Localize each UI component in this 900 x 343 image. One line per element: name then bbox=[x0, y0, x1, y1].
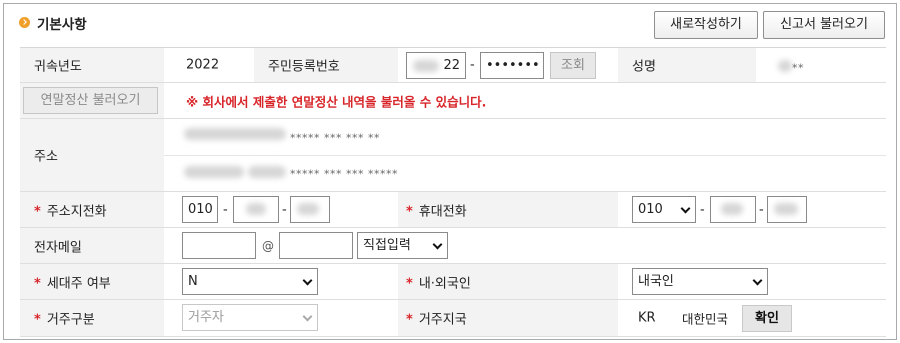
row-address: 주소 ***** *** *** ** ***** *** *** ***** bbox=[20, 119, 886, 192]
nationality-select[interactable]: 내국인 bbox=[632, 268, 768, 295]
blurred-value bbox=[184, 128, 286, 140]
blurred-value bbox=[184, 166, 244, 178]
phone-sep: - bbox=[700, 202, 705, 217]
home-phone-prefix-input[interactable]: 010 bbox=[182, 196, 218, 223]
blurred-value bbox=[248, 166, 286, 178]
home-phone-label: * 주소지전화 bbox=[34, 204, 107, 219]
required-mark: * bbox=[406, 204, 413, 219]
rrn-back-input[interactable]: ••••••• bbox=[480, 52, 544, 79]
lookup-button[interactable]: 조회 bbox=[550, 52, 596, 79]
load-report-button[interactable]: 신고서 불러오기 bbox=[763, 11, 885, 39]
nationality-label: * 내·외국인 bbox=[406, 276, 471, 291]
residence-type-select[interactable]: 거주자 bbox=[182, 304, 318, 331]
phone-sep: - bbox=[759, 202, 764, 217]
mobile-prefix-select[interactable]: 010 bbox=[632, 196, 696, 223]
row-year-rrn: 귀속년도 2022 주민등록번호 22 - ••••••• 조회 성명 ** bbox=[20, 48, 886, 83]
mobile-label-cell: * 휴대전화 bbox=[398, 192, 618, 227]
blurred-value bbox=[413, 60, 439, 72]
residence-label: * 거주구분 bbox=[34, 312, 95, 328]
row-phones: * 주소지전화 010 - - * 휴대전화 010 - - bbox=[20, 192, 886, 228]
name-label: 성명 bbox=[632, 59, 656, 75]
row-household: * 세대주 여부 N * 내·외국인 내국인 bbox=[20, 264, 886, 300]
rrn-front-suffix: 22 bbox=[443, 58, 460, 73]
nationality-label-cell: * 내·외국인 bbox=[398, 264, 618, 299]
chevron-down-icon bbox=[302, 275, 313, 286]
required-mark: * bbox=[406, 276, 413, 291]
chevron-down-icon bbox=[752, 275, 763, 286]
required-mark: * bbox=[34, 204, 41, 219]
household-label: * 세대주 여부 bbox=[34, 276, 111, 291]
chevron-circle-icon bbox=[19, 17, 30, 28]
rrn-dash: - bbox=[470, 57, 475, 73]
chevron-down-icon bbox=[432, 239, 443, 250]
home-phone-label-cell: * 주소지전화 bbox=[20, 192, 164, 227]
rrn-label: 주민등록번호 bbox=[268, 59, 340, 75]
new-report-button[interactable]: 새로작성하기 bbox=[654, 11, 758, 39]
confirm-button[interactable]: 확인 bbox=[742, 305, 792, 332]
required-mark: * bbox=[34, 312, 41, 328]
chevron-down-icon bbox=[302, 311, 313, 322]
blurred-value bbox=[246, 203, 266, 215]
mobile-last-input[interactable] bbox=[767, 196, 807, 223]
email-label: 전자메일 bbox=[34, 240, 82, 255]
row-residence: * 거주구분 거주자 * 거주지국 KR 대한민국 확인 bbox=[20, 300, 886, 337]
home-phone-last-input[interactable] bbox=[290, 196, 330, 223]
mobile-label: * 휴대전화 bbox=[406, 204, 467, 219]
required-mark: * bbox=[34, 276, 41, 291]
year-value: 2022 bbox=[186, 57, 220, 73]
mobile-mid-input[interactable] bbox=[710, 196, 756, 223]
name-label-cell: 성명 bbox=[618, 48, 756, 82]
year-label-cell: 귀속년도 bbox=[20, 48, 164, 82]
rrn-label-cell: 주민등록번호 bbox=[254, 48, 398, 82]
household-head-select[interactable]: N bbox=[182, 268, 318, 295]
name-value: ** bbox=[792, 61, 804, 75]
panel-header: 기본사항 새로작성하기 신고서 불러오기 bbox=[4, 4, 896, 48]
address-label: 주소 bbox=[34, 149, 58, 165]
residence-label-cell: * 거주구분 bbox=[20, 300, 164, 336]
load-settlement-button[interactable]: 연말정산 불러오기 bbox=[23, 87, 158, 114]
address-divider bbox=[164, 155, 886, 156]
phone-sep: - bbox=[223, 202, 228, 217]
settlement-notice: ※ 회사에서 제출한 연말정산 내역을 불러올 수 있습니다. bbox=[186, 94, 487, 109]
country-label-cell: * 거주지국 bbox=[398, 300, 618, 336]
basic-info-panel: 기본사항 새로작성하기 신고서 불러오기 귀속년도 2022 주민등록번호 22… bbox=[3, 3, 897, 340]
phone-sep: - bbox=[282, 202, 287, 217]
info-grid: 귀속년도 2022 주민등록번호 22 - ••••••• 조회 성명 ** 연… bbox=[20, 47, 886, 339]
rrn-back-value: ••••••• bbox=[486, 58, 540, 73]
email-domain-select[interactable]: 직접입력 bbox=[357, 232, 448, 259]
year-label: 귀속년도 bbox=[34, 59, 82, 75]
blurred-value bbox=[721, 203, 743, 215]
home-phone-mid-input[interactable] bbox=[233, 196, 279, 223]
settlement-cell: 연말정산 불러오기 bbox=[20, 83, 164, 118]
panel-title: 기본사항 bbox=[37, 17, 87, 33]
address-line2: ***** *** *** ***** bbox=[290, 167, 398, 181]
blurred-value bbox=[774, 203, 798, 215]
address-label-cell: 주소 bbox=[20, 119, 164, 191]
rrn-front-input[interactable]: 22 bbox=[406, 52, 466, 79]
address-line1: ***** *** *** ** bbox=[290, 131, 380, 145]
email-id-input[interactable] bbox=[182, 232, 256, 259]
row-settlement: 연말정산 불러오기 ※ 회사에서 제출한 연말정산 내역을 불러올 수 있습니다… bbox=[20, 83, 886, 119]
blurred-value bbox=[297, 203, 319, 215]
email-label-cell: 전자메일 bbox=[20, 228, 164, 263]
row-email: 전자메일 @ 직접입력 bbox=[20, 228, 886, 264]
country-name: 대한민국 bbox=[682, 311, 729, 327]
blurred-value bbox=[778, 60, 792, 72]
required-mark: * bbox=[406, 312, 413, 328]
email-at: @ bbox=[262, 238, 274, 253]
household-label-cell: * 세대주 여부 bbox=[20, 264, 164, 299]
chevron-down-icon bbox=[680, 203, 691, 214]
email-domain-input[interactable] bbox=[279, 232, 353, 259]
country-code: KR bbox=[638, 310, 656, 326]
country-label: * 거주지국 bbox=[406, 312, 467, 328]
